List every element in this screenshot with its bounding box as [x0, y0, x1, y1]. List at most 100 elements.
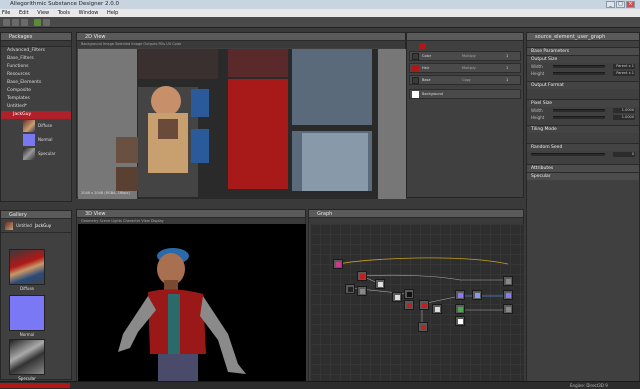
base-parameters-header[interactable]: Base Parameters	[527, 47, 639, 55]
view-3d-panel: 3D View Geometry Scene Lights Character …	[76, 209, 306, 382]
layer-row-base[interactable]: Base Copy 1	[409, 75, 521, 85]
pixel-height-slider[interactable]	[553, 116, 605, 119]
layer-mode[interactable]: Multiply	[462, 66, 476, 70]
background-label: Background	[422, 92, 443, 96]
layers-panel: Color Multiply 1 Hair Multiply 1 Base Co…	[406, 32, 524, 198]
graph-node-normal-1[interactable]	[455, 290, 465, 300]
graph-node-4[interactable]	[375, 279, 385, 289]
tiling-mode-label[interactable]: Tiling Mode	[527, 125, 639, 133]
menu-help[interactable]: Help	[107, 10, 118, 16]
pixel-width-value[interactable]: 1.0000	[613, 108, 635, 113]
pixel-size-height-row[interactable]: Height 1.0000	[527, 114, 639, 121]
layers-title	[407, 33, 523, 41]
tree-item-resources[interactable]: Resources	[1, 71, 71, 79]
layer-opacity[interactable]: 1	[506, 54, 508, 58]
specular-header[interactable]: Specular	[527, 172, 639, 180]
tree-item-jackguy[interactable]: JackGuy	[1, 111, 71, 119]
graph-node-normal-2[interactable]	[472, 290, 482, 300]
layer-name: Color	[422, 54, 432, 58]
pixel-size-label: Pixel Size	[527, 99, 639, 107]
settings-icon[interactable]	[43, 19, 50, 26]
tree-output-diffuse[interactable]: Diffuse	[1, 119, 71, 133]
layer-opacity[interactable]: 1	[506, 66, 508, 70]
graph-node-10[interactable]	[455, 304, 465, 314]
tree-item-templates[interactable]: Templates	[1, 95, 71, 103]
graph-output-specular[interactable]	[503, 304, 513, 314]
output-size-label: Output Size	[527, 55, 639, 63]
graph-links	[337, 257, 509, 332]
output-width-value[interactable]: Parent x 1	[613, 64, 635, 69]
view-3d-canvas[interactable]	[78, 224, 306, 382]
view-3d-title: 3D View	[77, 210, 305, 218]
random-seed-row[interactable]: 0	[527, 151, 639, 158]
minimize-button[interactable]: _	[606, 1, 615, 8]
output-size-width-row[interactable]: Width Parent x 1	[527, 63, 639, 70]
pixel-height-value[interactable]: 1.0000	[613, 115, 635, 120]
menu-view[interactable]: View	[37, 10, 49, 16]
save-icon[interactable]	[21, 19, 28, 26]
graph-node-2[interactable]	[345, 284, 355, 294]
graph-node-5[interactable]	[392, 292, 402, 302]
layer-row-background[interactable]: Background	[409, 89, 521, 99]
graph-node-11[interactable]	[455, 316, 465, 326]
play-icon[interactable]	[34, 19, 41, 26]
menu-file[interactable]: File	[2, 10, 10, 16]
output-height-slider[interactable]	[553, 72, 605, 75]
layer-mode[interactable]: Multiply	[462, 54, 476, 58]
view-2d-toolbar[interactable]: Background Image Selected Image Outputs …	[77, 41, 405, 48]
layer-row-hair[interactable]: Hair Multiply 1	[409, 63, 521, 73]
tiling-mode-spacer	[527, 133, 639, 143]
explorer-title: Packages	[1, 33, 71, 41]
graph-node-9[interactable]	[418, 322, 428, 332]
graph-output-diffuse[interactable]	[503, 276, 513, 286]
menu-edit[interactable]: Edit	[19, 10, 29, 16]
output-size-height-row[interactable]: Height Parent x 1	[527, 70, 639, 77]
graph-canvas[interactable]	[310, 224, 524, 382]
status-engine: Engine: Direct3D 9	[570, 383, 608, 388]
graph-node-8[interactable]	[432, 304, 442, 314]
tree-item-advanced-filters[interactable]: Advanced_Filters	[1, 47, 71, 55]
output-height-value[interactable]: Parent x 1	[613, 71, 635, 76]
view-2d-canvas[interactable]: 2048 x 2048 (RGBA, 16bpc)	[78, 49, 407, 199]
new-icon[interactable]	[3, 19, 10, 26]
tree-item-base-elements[interactable]: Base_Elements	[1, 79, 71, 87]
graph-node-input[interactable]	[333, 259, 343, 269]
menu-window[interactable]: Window	[79, 10, 99, 16]
menu-tools[interactable]: Tools	[58, 10, 70, 16]
graph-node-7[interactable]	[404, 289, 414, 299]
graph-node-6[interactable]	[404, 300, 414, 310]
gallery-thumb-diffuse[interactable]	[9, 249, 45, 285]
output-width-slider[interactable]	[553, 65, 605, 68]
layer-row-color[interactable]: Color Multiply 1	[409, 51, 521, 61]
output-format-label[interactable]: Output Format	[527, 81, 639, 89]
graph-node-red-1[interactable]	[357, 271, 367, 281]
gallery-thumb-normal[interactable]	[9, 295, 45, 331]
graph-output-normal[interactable]	[503, 290, 513, 300]
attributes-header[interactable]: Attributes	[527, 164, 639, 172]
tree-output-normal[interactable]: Normal	[1, 133, 71, 147]
pixel-width-slider[interactable]	[553, 109, 605, 112]
tree-item-composite[interactable]: Composite	[1, 87, 71, 95]
random-seed-slider[interactable]	[531, 153, 605, 156]
random-seed-label: Random Seed	[527, 143, 639, 151]
gallery-thumb-specular[interactable]	[9, 339, 45, 375]
tree-output-specular[interactable]: Specular	[1, 147, 71, 161]
add-layer-icon[interactable]	[419, 43, 426, 49]
tree-item-base-filters[interactable]: Base_Filters	[1, 55, 71, 63]
graph-node-red-2[interactable]	[419, 300, 429, 310]
layer-opacity[interactable]: 1	[506, 78, 508, 82]
tree-item-untitled[interactable]: Untitled*	[1, 103, 71, 111]
gallery-header-value: JackGuy	[35, 223, 52, 228]
open-icon[interactable]	[12, 19, 19, 26]
close-button[interactable]: ×	[626, 1, 635, 8]
maximize-button[interactable]: □	[616, 1, 625, 8]
layer-swatch	[412, 53, 419, 60]
layer-mode[interactable]: Copy	[462, 78, 471, 82]
tree-item-functions[interactable]: Functions	[1, 63, 71, 71]
graph-node-3[interactable]	[357, 286, 367, 296]
main-toolbar	[0, 17, 640, 28]
gallery-label-normal: Normal	[19, 332, 35, 337]
view-2d-panel: 2D View Background Image Selected Image …	[76, 32, 407, 199]
random-seed-value[interactable]: 0	[613, 152, 635, 157]
pixel-size-width-row[interactable]: Width 1.0000	[527, 107, 639, 114]
